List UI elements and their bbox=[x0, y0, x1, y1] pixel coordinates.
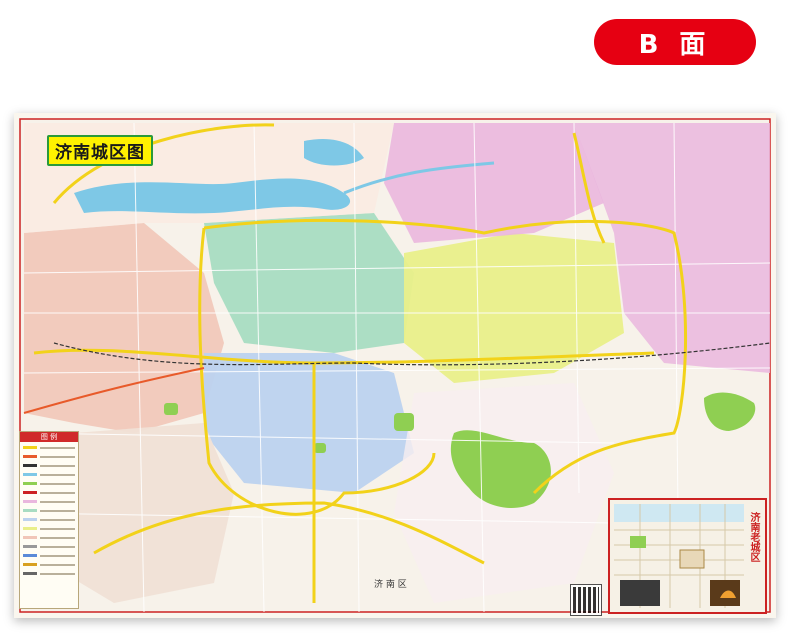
legend-row bbox=[23, 498, 75, 505]
legend-row bbox=[23, 444, 75, 451]
map-sheet: 济 南 区 济南城区图 图 例 济南老城区 bbox=[14, 113, 776, 618]
legend-row bbox=[23, 561, 75, 568]
legend-row bbox=[23, 552, 75, 559]
legend-row bbox=[23, 489, 75, 496]
qr-code bbox=[570, 584, 602, 616]
inset-map-graphic bbox=[610, 500, 765, 612]
old-town-inset-map: 济南老城区 bbox=[608, 498, 767, 614]
district-label-south: 济 南 区 bbox=[374, 578, 407, 590]
legend-row bbox=[23, 525, 75, 532]
legend-row bbox=[23, 543, 75, 550]
side-b-badge: B 面 bbox=[594, 19, 756, 65]
legend-row bbox=[23, 516, 75, 523]
legend-row bbox=[23, 534, 75, 541]
legend-row bbox=[23, 480, 75, 487]
inset-title: 济南老城区 bbox=[748, 512, 759, 562]
legend-row bbox=[23, 507, 75, 514]
legend-row bbox=[23, 453, 75, 460]
legend-heading: 图 例 bbox=[20, 432, 78, 442]
legend-row bbox=[23, 471, 75, 478]
legend-row bbox=[23, 570, 75, 577]
map-legend: 图 例 bbox=[19, 431, 79, 609]
legend-row bbox=[23, 462, 75, 469]
map-title: 济南城区图 bbox=[47, 135, 153, 166]
